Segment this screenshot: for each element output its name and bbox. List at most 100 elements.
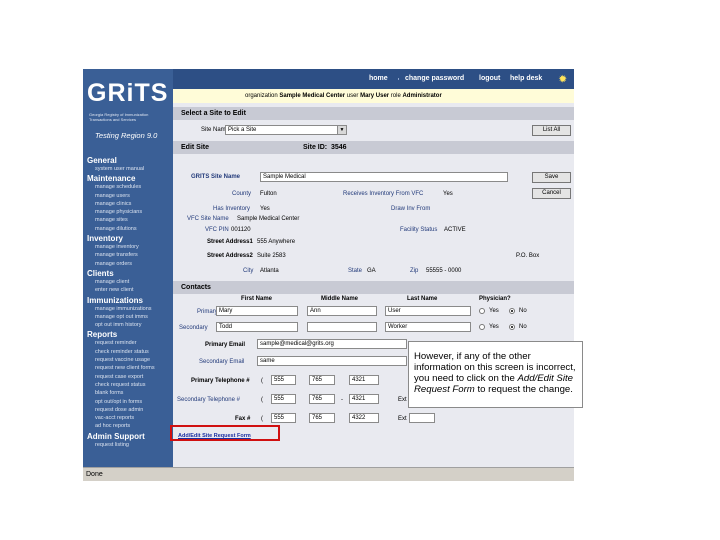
secondary-contact-label: Secondary <box>179 325 208 331</box>
primary-phone-prefix-input[interactable]: 765 <box>309 375 335 385</box>
sidebar-item-vac-acct-reports[interactable]: vac-acct reports <box>87 414 171 422</box>
edit-site-title: Edit Site <box>181 144 210 151</box>
sidebar-item-ad-hoc-reports[interactable]: ad hoc reports <box>87 422 171 430</box>
secondary-middle-name-input[interactable] <box>307 322 377 332</box>
sidebar-item-enter-new-client[interactable]: enter new client <box>87 286 171 294</box>
zip-value: 55555 - 0000 <box>426 268 462 274</box>
user-bar: organization Sample Medical Center user … <box>173 89 574 103</box>
receives-inventory-label: Receives Inventory From VFC <box>343 191 424 197</box>
chevron-down-icon[interactable]: ▼ <box>337 126 346 134</box>
user-value: Mary User <box>360 93 390 99</box>
sidebar-item-request-case-export[interactable]: request case export <box>87 373 171 381</box>
sidebar-item-request-reminder[interactable]: request reminder <box>87 339 171 347</box>
status-bar: Done <box>83 467 574 481</box>
po-box-label: P.O. Box <box>516 253 540 259</box>
primary-email-input[interactable]: sample@medical@grits.org <box>257 339 407 349</box>
sidebar-item-manage-schedules[interactable]: manage schedules <box>87 183 171 191</box>
sidebar-section-reports: Reports <box>87 330 118 340</box>
sidebar-item-manage-orders[interactable]: manage orders <box>87 260 171 268</box>
role-value: Administrator <box>402 93 442 99</box>
sidebar-item-check-reminder-status[interactable]: check reminder status <box>87 348 171 356</box>
sidebar-section-immunizations: Immunizations <box>87 295 144 305</box>
sidebar-item-manage-clinics[interactable]: manage clinics <box>87 200 171 208</box>
site-id-value: 3546 <box>331 144 347 151</box>
grits-site-name-input[interactable]: Sample Medical <box>260 172 508 182</box>
fax-prefix-input[interactable]: 765 <box>309 413 335 423</box>
sidebar-item-manage-users[interactable]: manage users <box>87 192 171 200</box>
fax-paren: ( <box>261 416 263 422</box>
sidebar-item-manage-immunizations[interactable]: manage immunizations <box>87 305 171 313</box>
secondary-first-name-input[interactable]: Todd <box>216 322 298 332</box>
sidebar-item-manage-dilutions[interactable]: manage dilutions <box>87 225 171 233</box>
sidebar-item-request-dose-admin[interactable]: request dose admin <box>87 406 171 414</box>
col-physician: Physician? <box>479 296 511 302</box>
sidebar-item-manage-sites[interactable]: manage sites <box>87 216 171 224</box>
sidebar-item-opt-out-imm-history[interactable]: opt out imm history <box>87 321 171 329</box>
list-all-button[interactable]: List All <box>532 125 571 136</box>
fax-ext-input[interactable] <box>409 413 435 423</box>
primary-phone-line-input[interactable]: 4321 <box>349 375 379 385</box>
sidebar-item-opt-out-opt-in-forms[interactable]: opt out/opt in forms <box>87 398 171 406</box>
fax-area-input[interactable]: 555 <box>271 413 296 423</box>
secondary-phone-area-input[interactable]: 555 <box>271 394 296 404</box>
vfc-site-name-value: Sample Medical Center <box>237 216 300 222</box>
primary-last-name-input[interactable]: User <box>385 306 471 316</box>
primary-yes-label: Yes <box>489 308 499 314</box>
fax-label: Fax # <box>235 416 251 422</box>
sidebar-item-blank-forms[interactable]: blank forms <box>87 389 171 397</box>
sidebar-item-check-request-status[interactable]: check request status <box>87 381 171 389</box>
secondary-last-name-input[interactable]: Worker <box>385 322 471 332</box>
street2-value: Suite 2583 <box>257 253 286 259</box>
secondary-email-input[interactable]: same <box>257 356 407 366</box>
site-select[interactable]: Pick a Site ▼ <box>225 125 347 135</box>
secondary-phone-dash: - <box>341 397 343 403</box>
fax-line-input[interactable]: 4322 <box>349 413 379 423</box>
state-value: GA <box>367 268 376 274</box>
sidebar-section-inventory: Inventory <box>87 234 124 244</box>
receives-inventory-value: Yes <box>443 191 453 197</box>
sidebar-section-general: General <box>87 156 117 165</box>
draw-inventory-label: Draw Inv From <box>391 206 431 212</box>
city-value: Atlanta <box>260 268 279 274</box>
secondary-phone-label: Secondary Telephone # <box>177 397 240 403</box>
nav-change-password[interactable]: change password <box>405 72 464 86</box>
grits-logo: GRiTS <box>87 79 169 107</box>
primary-physician-yes-radio[interactable] <box>479 308 485 314</box>
primary-middle-name-input[interactable]: Ann <box>307 306 377 316</box>
sidebar-item-manage-opt-out-imms[interactable]: manage opt out imms <box>87 313 171 321</box>
facility-status-value: ACTIVE <box>444 227 466 233</box>
nav-logout[interactable]: logout <box>479 72 500 86</box>
secondary-phone-line-input[interactable]: 4321 <box>349 394 379 404</box>
sidebar-item-request-new-client-forms[interactable]: request new client forms <box>87 364 171 372</box>
sidebar-item-manage-transfers[interactable]: manage transfers <box>87 251 171 259</box>
sidebar-item-manage-client[interactable]: manage client <box>87 278 171 286</box>
primary-phone-label: Primary Telephone # <box>191 378 250 384</box>
vfc-site-name-label: VFC Site Name <box>187 216 229 222</box>
secondary-physician-no-radio[interactable] <box>509 324 515 330</box>
primary-first-name-input[interactable]: Mary <box>216 306 298 316</box>
select-site-header: Select a Site to Edit <box>173 107 574 120</box>
sidebar-item-request-listing[interactable]: request listing <box>87 441 171 449</box>
primary-contact-label: Primary <box>197 309 218 315</box>
secondary-phone-paren: ( <box>261 397 263 403</box>
street1-label: Street Address1 <box>207 239 253 245</box>
sidebar-item-manage-inventory[interactable]: manage inventory <box>87 243 171 251</box>
secondary-yes-label: Yes <box>489 324 499 330</box>
lightbulb-icon: ✹ <box>559 74 567 84</box>
secondary-physician-yes-radio[interactable] <box>479 324 485 330</box>
county-label: County <box>232 191 252 197</box>
sidebar-item-manage-physicians[interactable]: manage physicians <box>87 208 171 216</box>
browser-window: GRiTS Georgia Registry of Immunization T… <box>83 69 574 481</box>
cancel-button[interactable]: Cancel <box>532 188 571 199</box>
role-label: role <box>390 93 401 99</box>
save-button[interactable]: Save <box>532 172 571 183</box>
secondary-phone-prefix-input[interactable]: 765 <box>309 394 335 404</box>
nav-help-desk[interactable]: help desk <box>510 72 542 86</box>
nav-home[interactable]: home <box>369 72 388 86</box>
sidebar-item-request-vaccine-usage[interactable]: request vaccine usage <box>87 356 171 364</box>
vfc-pin-label: VFC PIN <box>205 227 229 233</box>
sidebar-item-system-user-manual[interactable]: system user manual <box>87 165 171 173</box>
primary-phone-paren: ( <box>261 378 263 384</box>
primary-physician-no-radio[interactable] <box>509 308 515 314</box>
primary-phone-area-input[interactable]: 555 <box>271 375 296 385</box>
